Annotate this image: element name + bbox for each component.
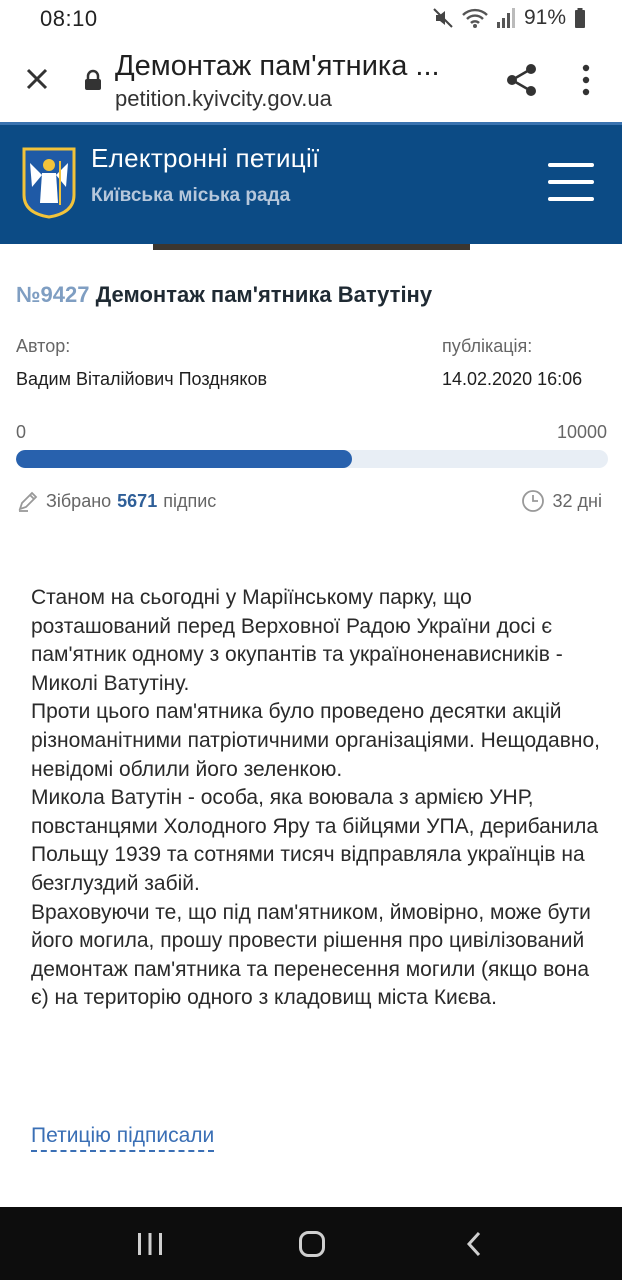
signature-progress-bar	[16, 450, 608, 468]
progress-max: 10000	[556, 422, 607, 442]
description-paragraph: Проти цього пам'ятника було проведено де…	[31, 700, 600, 781]
browser-toolbar: Демонтаж пам'ятника ... petition.kyivcit…	[0, 40, 622, 122]
collected-signatures: Зібрано 5671 підпис	[16, 489, 216, 513]
petition-number: №9427	[16, 282, 90, 307]
lock-icon[interactable]	[84, 69, 102, 91]
clock-icon	[521, 490, 544, 512]
share-icon[interactable]	[504, 62, 540, 98]
system-nav-bar	[0, 1207, 622, 1280]
collected-suffix: підпис	[163, 490, 217, 511]
collected-count: 5671	[117, 490, 158, 511]
published-label: публікація:	[442, 336, 533, 356]
browser-page-title[interactable]: Демонтаж пам'ятника ...	[115, 50, 485, 83]
signed-list-link[interactable]: Петицію підписали	[31, 1124, 215, 1152]
status-bar: 08:10 91%	[0, 0, 622, 40]
kyiv-coat-of-arms-logo[interactable]	[22, 147, 76, 219]
battery-percent: 91%	[523, 6, 566, 29]
more-vert-icon[interactable]	[574, 62, 598, 98]
hamburger-menu-icon[interactable]	[548, 163, 594, 205]
close-icon[interactable]	[20, 62, 54, 96]
site-title[interactable]: Електронні петиції	[91, 143, 320, 174]
petition-description: Станом на сьогодні у Маріїнському парку,…	[31, 584, 603, 1013]
status-icons: 91%	[432, 6, 586, 30]
site-header: Електронні петиції Київська міська рада	[0, 122, 622, 244]
description-paragraph: Враховуючи те, що під пам'ятником, ймові…	[31, 900, 591, 1010]
pen-icon	[18, 491, 38, 512]
home-icon[interactable]	[298, 1230, 326, 1258]
days-left: 32 дні	[552, 490, 602, 511]
days-remaining: 32 дні	[521, 489, 602, 513]
browser-url[interactable]: petition.kyivcity.gov.ua	[115, 86, 332, 112]
description-paragraph: Микола Ватутін - особа, яка воювала з ар…	[31, 786, 599, 895]
author-name: Вадим Віталійович Поздняков	[16, 369, 268, 389]
petition-title: Демонтаж пам'ятника Ватутіну	[95, 282, 433, 307]
petition-heading: №9427 Демонтаж пам'ятника Ватутіну	[16, 282, 432, 308]
signal-icon	[496, 8, 515, 28]
progress-fill	[16, 450, 352, 468]
progress-min: 0	[16, 422, 27, 442]
published-date: 14.02.2020 16:06	[442, 369, 583, 389]
wifi-icon	[462, 8, 488, 28]
petition-image	[153, 244, 470, 250]
mute-icon	[433, 8, 453, 28]
author-label: Автор:	[16, 336, 71, 356]
recent-apps-icon[interactable]	[136, 1231, 164, 1257]
collected-prefix: Зібрано	[46, 490, 112, 511]
battery-icon	[575, 8, 585, 28]
description-paragraph: Станом на сьогодні у Маріїнському парку,…	[31, 586, 563, 695]
site-subtitle: Київська міська рада	[91, 185, 291, 206]
status-time: 08:10	[40, 6, 98, 31]
back-icon[interactable]	[464, 1230, 484, 1258]
